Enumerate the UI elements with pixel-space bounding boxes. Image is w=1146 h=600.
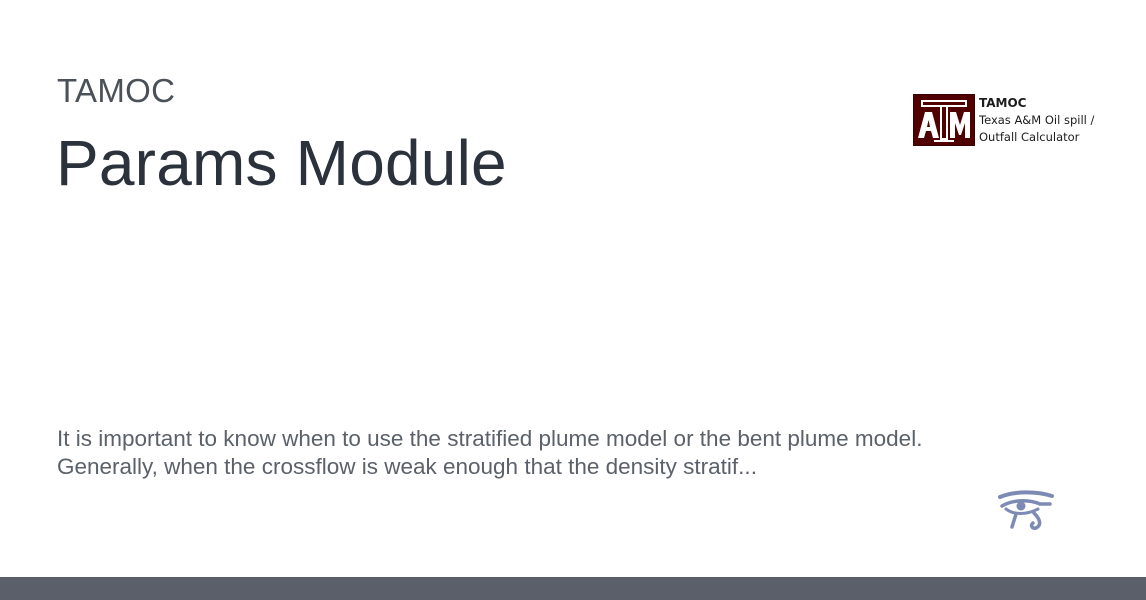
tamoc-logo: TAMOC Texas A&M Oil spill / Outfall Calc…: [913, 94, 1103, 148]
social-card: TAMOC Params Module TAMOC Texas A&M Oil …: [0, 0, 1146, 577]
site-name: TAMOC: [57, 72, 176, 109]
logo-brand: TAMOC: [979, 96, 1027, 110]
page-title: Params Module: [56, 127, 507, 199]
eye-of-horus-icon: [996, 489, 1054, 531]
logo-tagline: Texas A&M Oil spill / Outfall Calculator: [979, 113, 1095, 144]
footer-bar: [0, 577, 1146, 600]
atm-monogram-icon: [918, 100, 970, 142]
logo-text: TAMOC Texas A&M Oil spill / Outfall Calc…: [979, 95, 1105, 146]
page-description: It is important to know when to use the …: [57, 426, 923, 479]
atm-logo-mark: [913, 94, 975, 146]
